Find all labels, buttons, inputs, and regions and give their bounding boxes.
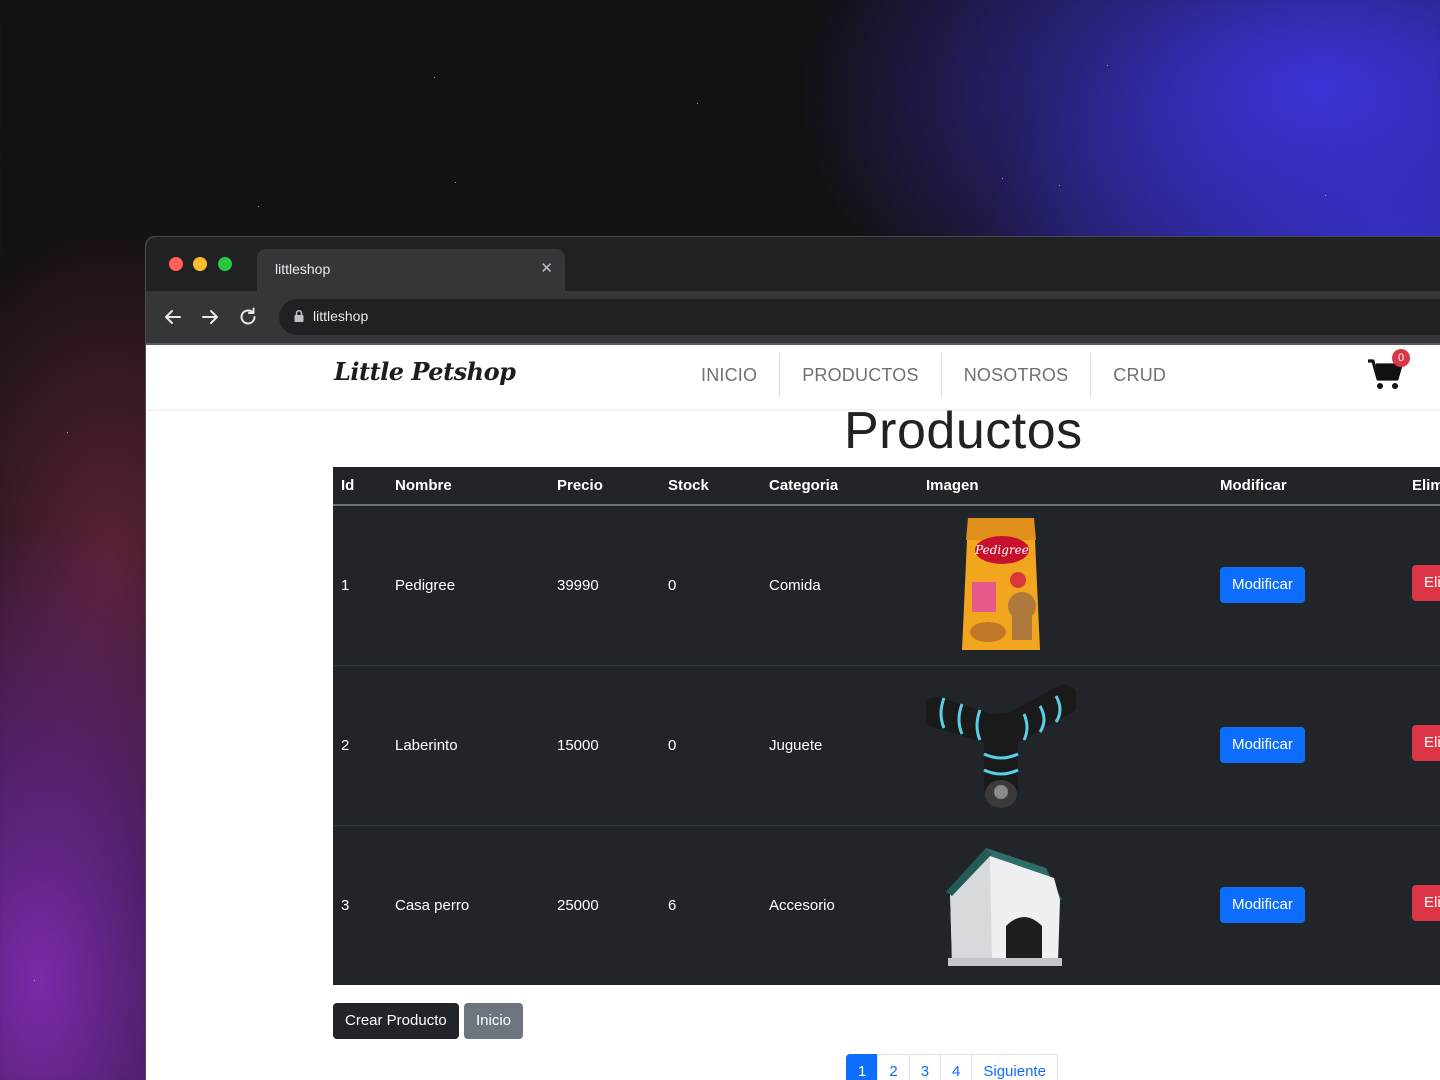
crear-producto-button[interactable]: Crear Producto (333, 1003, 459, 1039)
cell-nombre: Pedigree (387, 504, 549, 665)
cell-modificar: Modificar (1212, 824, 1404, 985)
col-header-imagen: Imagen (918, 467, 1212, 506)
cell-id: 2 (333, 664, 387, 825)
cell-precio: 39990 (549, 504, 660, 665)
cell-eliminar: Eli (1404, 664, 1440, 825)
modificar-button[interactable]: Modificar (1220, 727, 1305, 763)
back-arrow-icon[interactable] (161, 305, 185, 329)
modificar-button[interactable]: Modificar (1220, 887, 1305, 924)
star (1325, 195, 1326, 196)
col-header-id: Id (333, 467, 387, 506)
menu-item-nosotros[interactable]: NOSOTROS (942, 353, 1092, 397)
inicio-button[interactable]: Inicio (464, 1003, 524, 1039)
cell-id: 1 (333, 504, 387, 665)
star (434, 77, 435, 78)
forward-arrow-icon[interactable] (198, 305, 222, 329)
table-header-row: Id Nombre Precio Stock Categoria Imagen … (333, 467, 1440, 506)
cell-stock: 0 (660, 664, 761, 825)
star (1002, 178, 1003, 179)
col-header-eliminar: Elim (1404, 467, 1440, 506)
table-row: 2 Laberinto 15000 0 Juguete Modificar El… (333, 664, 1440, 825)
menu-item-crud[interactable]: CRUD (1091, 353, 1188, 397)
cell-imagen (918, 664, 1212, 825)
cell-imagen (918, 824, 1212, 985)
browser-tab[interactable]: littleshop ✕ (257, 249, 565, 291)
site-logo[interactable]: Little Petshop (334, 357, 516, 386)
col-header-modificar: Modificar (1212, 467, 1404, 506)
eliminar-button[interactable]: Eli (1412, 885, 1440, 922)
lock-icon (294, 309, 304, 322)
star (1107, 65, 1108, 66)
cell-precio: 25000 (549, 824, 660, 985)
brand-text: Pedigree (974, 543, 1029, 557)
cell-id: 3 (333, 824, 387, 985)
table-row: 1 Pedigree 39990 0 Comida Pedigree Modif… (333, 504, 1440, 665)
page-link-4[interactable]: 4 (940, 1054, 973, 1080)
address-bar[interactable]: littleshop (279, 299, 1440, 335)
star (697, 103, 698, 104)
url-text: littleshop (313, 308, 369, 324)
site-navbar: Little Petshop INICIO PRODUCTOS NOSOTROS… (146, 345, 1440, 409)
maximize-window-button[interactable] (218, 257, 232, 271)
cell-stock: 0 (660, 504, 761, 665)
star (455, 182, 456, 183)
cell-imagen: Pedigree (918, 504, 1212, 665)
page-link-2[interactable]: 2 (877, 1054, 910, 1080)
browser-window: littleshop ✕ littleshop Little Petshop I… (145, 236, 1440, 1080)
star (67, 432, 68, 433)
dog-food-bag-image: Pedigree (962, 518, 1040, 651)
web-page: Little Petshop INICIO PRODUCTOS NOSOTROS… (146, 343, 1440, 1080)
col-header-stock: Stock (660, 467, 761, 506)
browser-toolbar: littleshop (146, 291, 1440, 343)
cell-precio: 15000 (549, 664, 660, 825)
products-table: Id Nombre Precio Stock Categoria Imagen … (333, 467, 1440, 985)
cell-nombre: Laberinto (387, 664, 549, 825)
cell-eliminar: Eli (1404, 824, 1440, 985)
page-title: Productos (844, 402, 1083, 460)
cell-modificar: Modificar (1212, 664, 1404, 825)
close-window-button[interactable] (169, 257, 183, 271)
star (258, 206, 259, 207)
page-link-3[interactable]: 3 (908, 1054, 942, 1080)
eliminar-button[interactable]: Eli (1412, 725, 1440, 761)
cell-categoria: Accesorio (761, 824, 918, 985)
cell-modificar: Modificar (1212, 504, 1404, 665)
pagination: 1 2 3 4 Siguiente (846, 1054, 1058, 1080)
table-row: 3 Casa perro 25000 6 Accesorio Modificar… (333, 824, 1440, 985)
col-header-nombre: Nombre (387, 467, 549, 506)
menu-item-inicio[interactable]: INICIO (679, 353, 781, 397)
main-menu: INICIO PRODUCTOS NOSOTROS CRUD (679, 353, 1188, 397)
tab-bar: littleshop ✕ (146, 237, 1440, 291)
eliminar-button[interactable]: Eli (1412, 565, 1440, 602)
col-header-precio: Precio (549, 467, 660, 506)
cell-nombre: Casa perro (387, 824, 549, 985)
menu-item-productos[interactable]: PRODUCTOS (780, 353, 942, 397)
star (1059, 185, 1060, 186)
page-link-next[interactable]: Siguiente (971, 1054, 1058, 1080)
cat-tunnel-image (926, 685, 1076, 808)
cell-categoria: Juguete (761, 664, 918, 825)
cell-categoria: Comida (761, 504, 918, 665)
cell-stock: 6 (660, 824, 761, 985)
dog-house-image (946, 848, 1062, 967)
cell-eliminar: Eli (1404, 504, 1440, 665)
modificar-button[interactable]: Modificar (1220, 567, 1305, 604)
col-header-categoria: Categoria (761, 467, 918, 506)
page-link-1[interactable]: 1 (846, 1054, 879, 1080)
tab-title: littleshop (275, 261, 331, 277)
minimize-window-button[interactable] (193, 257, 207, 271)
cart-count-badge: 0 (1392, 349, 1410, 367)
close-tab-icon[interactable]: ✕ (540, 259, 553, 279)
star (34, 980, 35, 981)
reload-icon[interactable] (236, 305, 260, 329)
